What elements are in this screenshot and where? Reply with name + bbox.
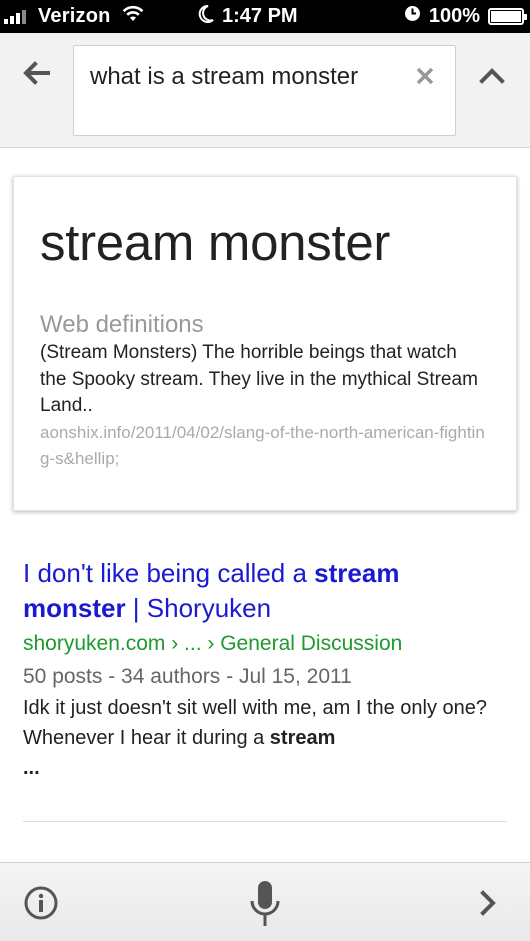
microphone-icon [250,881,280,926]
battery-icon [488,8,527,25]
moon-icon [198,4,214,29]
search-input[interactable]: what is a stream monster [90,59,400,94]
search-result: I don't like being called a stream monst… [23,556,493,783]
status-left: Verizon [4,4,145,29]
result-meta: 50 posts - 34 authors - Jul 15, 2011 [23,665,352,688]
result-title-site: | Shoryuken [125,593,272,623]
result-snippet-text: Idk it just doesn't sit well with me, am… [23,697,488,749]
microphone-button[interactable] [245,879,285,929]
chevron-up-icon [479,68,505,84]
bottom-toolbar [0,862,530,941]
status-right: 100% [404,4,527,29]
battery-percent: 100% [428,5,480,27]
definition-source-link[interactable]: aonshix.info/2011/04/02/slang-of-the-nor… [40,420,490,472]
search-box[interactable]: what is a stream monster [73,45,456,136]
definition-text: (Stream Monsters) The horrible beings th… [40,342,478,416]
result-divider [23,821,507,822]
forward-button[interactable] [472,887,504,919]
clock-time: 1:47 PM [222,5,298,27]
clear-button[interactable] [411,62,439,90]
result-title-text: I don't like being called a [23,558,315,588]
clock-icon [404,5,421,28]
chevron-right-icon [480,890,496,916]
collapse-button[interactable] [474,57,510,93]
status-bar: Verizon 1:47 PM 100% [0,0,530,33]
definition-section-label: Web definitions [40,311,204,338]
battery-fill [491,11,521,22]
carrier-label: Verizon [38,5,111,27]
info-icon [24,886,58,920]
definition-term: stream monster [40,214,391,271]
result-snippet: Idk it just doesn't sit well with me, am… [23,693,493,783]
definition-card: stream monster Web definitions (Stream M… [13,176,517,511]
back-button[interactable] [18,55,54,91]
search-header: what is a stream monster [0,33,530,148]
back-arrow-icon [23,61,50,85]
result-snippet-highlight: stream [269,727,336,749]
status-center: 1:47 PM [198,4,298,29]
wifi-icon [121,5,145,29]
signal-icon [4,9,28,24]
screen: Verizon 1:47 PM 100% what is a stream mo… [0,0,530,941]
result-url[interactable]: shoryuken.com › ... › General Discussion [23,629,493,659]
clear-icon [416,67,434,85]
result-title-link[interactable]: I don't like being called a stream monst… [23,556,493,626]
result-snippet-ellipsis: ... [23,757,40,779]
info-button[interactable] [23,885,59,921]
